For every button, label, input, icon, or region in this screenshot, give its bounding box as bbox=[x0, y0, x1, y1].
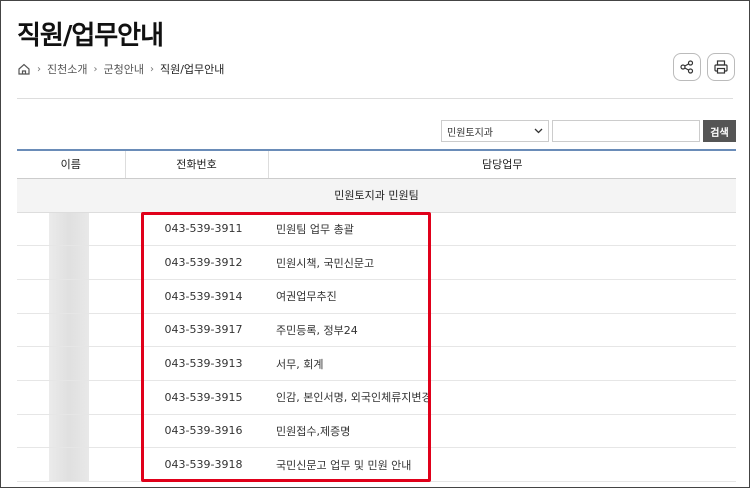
table-row: 043-539-3918 국민신문고 업무 및 민원 안내 bbox=[17, 447, 736, 482]
duty-cell: 서무, 회계 bbox=[268, 346, 736, 381]
table-row: 043-539-3913 서무, 회계 bbox=[17, 346, 736, 381]
phone-cell: 043-539-3917 bbox=[125, 313, 268, 348]
share-button[interactable] bbox=[673, 53, 701, 81]
column-header-name: 이름 bbox=[17, 149, 125, 179]
name-cell-blurred bbox=[17, 245, 125, 280]
search-input[interactable] bbox=[552, 120, 700, 142]
breadcrumb-separator: › bbox=[149, 63, 154, 75]
header-divider bbox=[17, 98, 733, 99]
table-row: 043-539-3911 민원팀 업무 총괄 bbox=[17, 212, 736, 247]
breadcrumb-separator: › bbox=[93, 63, 98, 75]
department-select-value: 민원토지과 bbox=[447, 127, 493, 139]
duty-cell: 민원시책, 국민신문고 bbox=[268, 245, 736, 280]
name-cell-blurred bbox=[17, 380, 125, 415]
duty-cell: 민원팀 업무 총괄 bbox=[268, 212, 736, 247]
home-icon[interactable] bbox=[17, 62, 31, 76]
duty-cell: 여권업무추진 bbox=[268, 279, 736, 314]
group-title: 민원토지과 민원팀 bbox=[17, 178, 736, 213]
duty-cell: 인감, 본인서명, 외국인체류지변경 bbox=[268, 380, 736, 415]
duty-cell: 국민신문고 업무 및 민원 안내 bbox=[268, 447, 736, 482]
phone-cell: 043-539-3915 bbox=[125, 380, 268, 415]
name-cell-blurred bbox=[17, 346, 125, 381]
name-cell-blurred bbox=[17, 212, 125, 247]
phone-cell: 043-539-3911 bbox=[125, 212, 268, 247]
phone-cell: 043-539-3914 bbox=[125, 279, 268, 314]
print-button[interactable] bbox=[707, 53, 735, 81]
breadcrumb-item-current: 직원/업무안내 bbox=[159, 63, 225, 76]
column-header-duty: 담당업무 bbox=[267, 149, 736, 179]
duty-cell: 민원접수,제증명 bbox=[268, 414, 736, 449]
table-row: 043-539-3916 민원접수,제증명 bbox=[17, 414, 736, 449]
name-cell-blurred bbox=[17, 414, 125, 449]
phone-cell: 043-539-3912 bbox=[125, 245, 268, 280]
name-cell-blurred bbox=[17, 279, 125, 314]
column-header-phone: 전화번호 bbox=[124, 149, 268, 179]
page-title: 직원/업무안내 bbox=[17, 21, 164, 51]
staff-table: 이름 전화번호 담당업무 민원토지과 민원팀 043-539-3911 민원팀 … bbox=[17, 149, 736, 482]
name-cell-blurred bbox=[17, 313, 125, 348]
share-icon bbox=[680, 60, 694, 74]
breadcrumb: › 진천소개 › 군청안내 › 직원/업무안내 bbox=[17, 61, 224, 77]
table-row: 043-539-3915 인감, 본인서명, 외국인체류지변경 bbox=[17, 380, 736, 415]
table-row: 043-539-3914 여권업무추진 bbox=[17, 279, 736, 314]
chevron-down-icon bbox=[534, 126, 543, 137]
phone-cell: 043-539-3913 bbox=[125, 346, 268, 381]
phone-cell: 043-539-3918 bbox=[125, 447, 268, 482]
search-button[interactable]: 검색 bbox=[703, 120, 736, 142]
breadcrumb-separator: › bbox=[37, 63, 41, 75]
print-icon bbox=[714, 60, 728, 74]
duty-cell: 주민등록, 정부24 bbox=[268, 313, 736, 348]
department-select[interactable]: 민원토지과 bbox=[441, 120, 549, 142]
table-row: 043-539-3912 민원시책, 국민신문고 bbox=[17, 245, 736, 280]
phone-cell: 043-539-3916 bbox=[125, 414, 268, 449]
breadcrumb-item-intro[interactable]: 진천소개 bbox=[47, 61, 87, 77]
breadcrumb-item-office[interactable]: 군청안내 bbox=[103, 61, 143, 77]
table-row: 043-539-3917 주민등록, 정부24 bbox=[17, 313, 736, 348]
name-cell-blurred bbox=[17, 447, 125, 482]
